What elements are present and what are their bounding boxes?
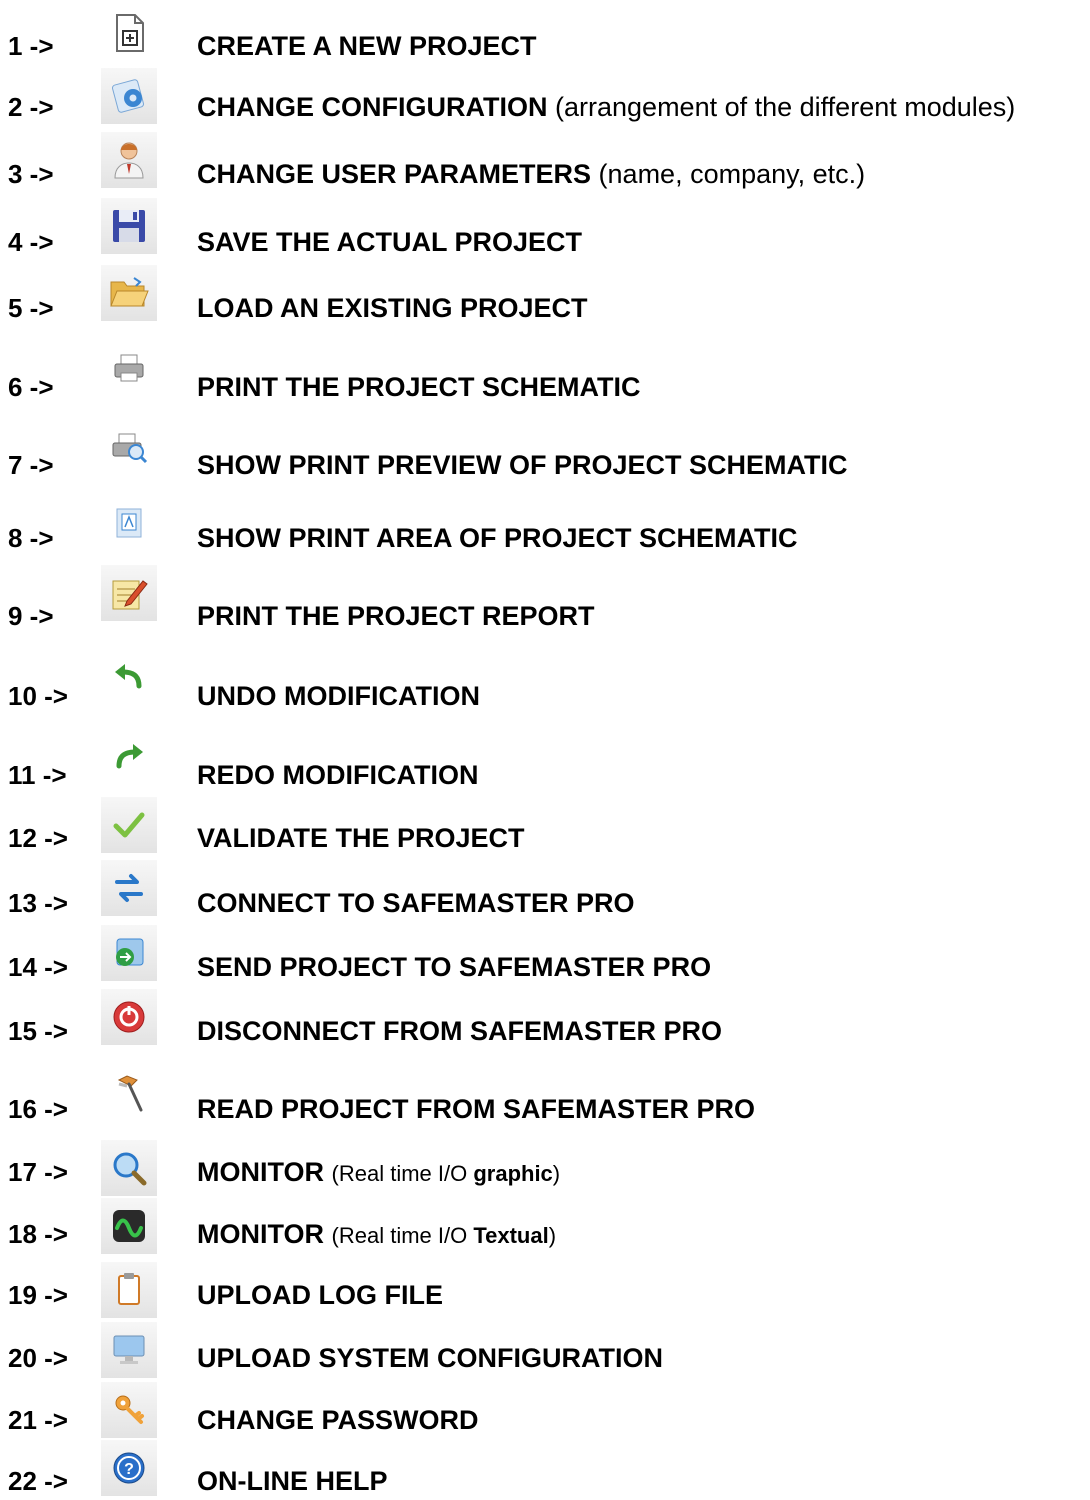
keys-icon [101,1382,157,1438]
redo-icon [101,728,157,784]
item-label: SHOW PRINT AREA OF PROJECT SCHEMATIC [197,523,798,553]
item-number: 20 -> [8,1343,68,1373]
list-item: 21 -> CHANGE PASSWORD [0,1382,1090,1442]
item-label: SEND PROJECT TO SAFEMASTER PRO [197,952,712,982]
clipboard-icon [101,1262,157,1318]
item-number: 3 -> [8,159,54,189]
item-label: SAVE THE ACTUAL PROJECT [197,227,583,257]
item-number: 16 -> [8,1094,68,1124]
item-label: DISCONNECT FROM SAFEMASTER PRO [197,1016,723,1046]
item-label: PRINT THE PROJECT REPORT [197,601,595,631]
printer-icon [101,341,157,397]
list-item: 4 -> SAVE THE ACTUAL PROJECT [0,198,1090,258]
item-number: 9 -> [8,601,54,631]
list-item: 16 -> READ PROJECT FROM SAFEMASTER PRO [0,1064,1090,1124]
item-label: UNDO MODIFICATION [197,681,480,711]
item-label: VALIDATE THE PROJECT [197,823,525,853]
item-number: 15 -> [8,1016,68,1046]
item-label: UPLOAD LOG FILE [197,1280,443,1310]
svg-text:?: ? [124,1461,134,1478]
item-label: REDO MODIFICATION [197,760,479,790]
computer-screen-icon [101,1322,157,1378]
item-number: 14 -> [8,952,68,982]
list-item: 3 -> CHANGE USER PARAMETERS (name, compa… [0,132,1090,192]
list-item: 15 -> DISCONNECT FROM SAFEMASTER PRO [0,989,1090,1049]
list-item: 8 -> SHOW PRINT AREA OF PROJECT SCHEMATI… [0,495,1090,555]
list-item: 19 -> UPLOAD LOG FILE [0,1262,1090,1322]
item-label: ON-LINE HELP [197,1466,388,1496]
monitor-magnifier-icon [101,1140,157,1196]
help-icon: ? [101,1440,157,1496]
open-folder-icon [101,265,157,321]
item-label: CREATE A NEW PROJECT [197,31,537,61]
list-item: 1 -> CREATE A NEW PROJECT [0,5,1090,65]
item-label: MONITOR (Real time I/O Textual) [197,1219,557,1249]
item-label: LOAD AN EXISTING PROJECT [197,293,588,323]
item-label: CHANGE USER PARAMETERS (name, company, e… [197,159,866,189]
item-number: 12 -> [8,823,68,853]
read-project-icon [101,1064,157,1120]
item-label: PRINT THE PROJECT SCHEMATIC [197,372,641,402]
list-item: 2 -> CHANGE CONFIGURATION (arrangement o… [0,68,1090,128]
save-icon [101,198,157,254]
item-number: 1 -> [8,31,54,61]
list-item: 14 -> SEND PROJECT TO SAFEMASTER PRO [0,925,1090,985]
list-item: 11 -> REDO MODIFICATION [0,728,1090,790]
item-label: MONITOR (Real time I/O graphic) [197,1157,561,1187]
item-number: 22 -> [8,1466,68,1496]
validate-check-icon [101,797,157,853]
item-number: 18 -> [8,1219,68,1249]
list-item: 18 -> MONITOR (Real time I/O Textual) [0,1198,1090,1258]
undo-icon [101,648,157,704]
item-number: 5 -> [8,293,54,323]
item-number: 6 -> [8,372,54,402]
item-number: 8 -> [8,523,54,553]
item-number: 2 -> [8,92,54,122]
monitor-wave-icon [101,1198,157,1254]
item-number: 7 -> [8,450,54,480]
print-preview-icon [101,420,157,476]
list-item: 5 -> LOAD AN EXISTING PROJECT [0,265,1090,325]
list-item: 10 -> UNDO MODIFICATION [0,648,1090,711]
item-label: CHANGE CONFIGURATION (arrangement of the… [197,92,1016,122]
item-number: 21 -> [8,1405,68,1435]
connect-icon [101,860,157,916]
configuration-icon [101,68,157,124]
item-number: 4 -> [8,227,54,257]
list-item: 17 -> MONITOR (Real time I/O graphic) [0,1140,1090,1200]
new-project-icon [101,5,157,61]
list-item: 12 -> VALIDATE THE PROJECT [0,797,1090,857]
report-icon [101,565,157,621]
item-number: 10 -> [8,681,68,711]
item-label: CHANGE PASSWORD [197,1405,479,1435]
item-number: 17 -> [8,1157,68,1187]
list-item: 6 -> PRINT THE PROJECT SCHEMATIC [0,341,1090,402]
user-icon [101,132,157,188]
item-number: 19 -> [8,1280,68,1310]
item-label: CONNECT TO SAFEMASTER PRO [197,888,635,918]
item-number: 13 -> [8,888,68,918]
print-area-icon [101,495,157,551]
list-item: 9 -> PRINT THE PROJECT REPORT [0,565,1090,631]
item-label: SHOW PRINT PREVIEW OF PROJECT SCHEMATIC [197,450,848,480]
item-label: UPLOAD SYSTEM CONFIGURATION [197,1343,664,1373]
send-project-icon [101,925,157,981]
disconnect-icon [101,989,157,1045]
list-item: 13 -> CONNECT TO SAFEMASTER PRO [0,860,1090,920]
list-item: 22 -> ? ON-LINE HELP [0,1440,1090,1500]
list-item: 7 -> SHOW PRINT PREVIEW OF PROJECT SCHEM… [0,420,1090,480]
item-label: READ PROJECT FROM SAFEMASTER PRO [197,1094,756,1124]
item-number: 11 -> [8,760,67,790]
list-item: 20 -> UPLOAD SYSTEM CONFIGURATION [0,1322,1090,1382]
